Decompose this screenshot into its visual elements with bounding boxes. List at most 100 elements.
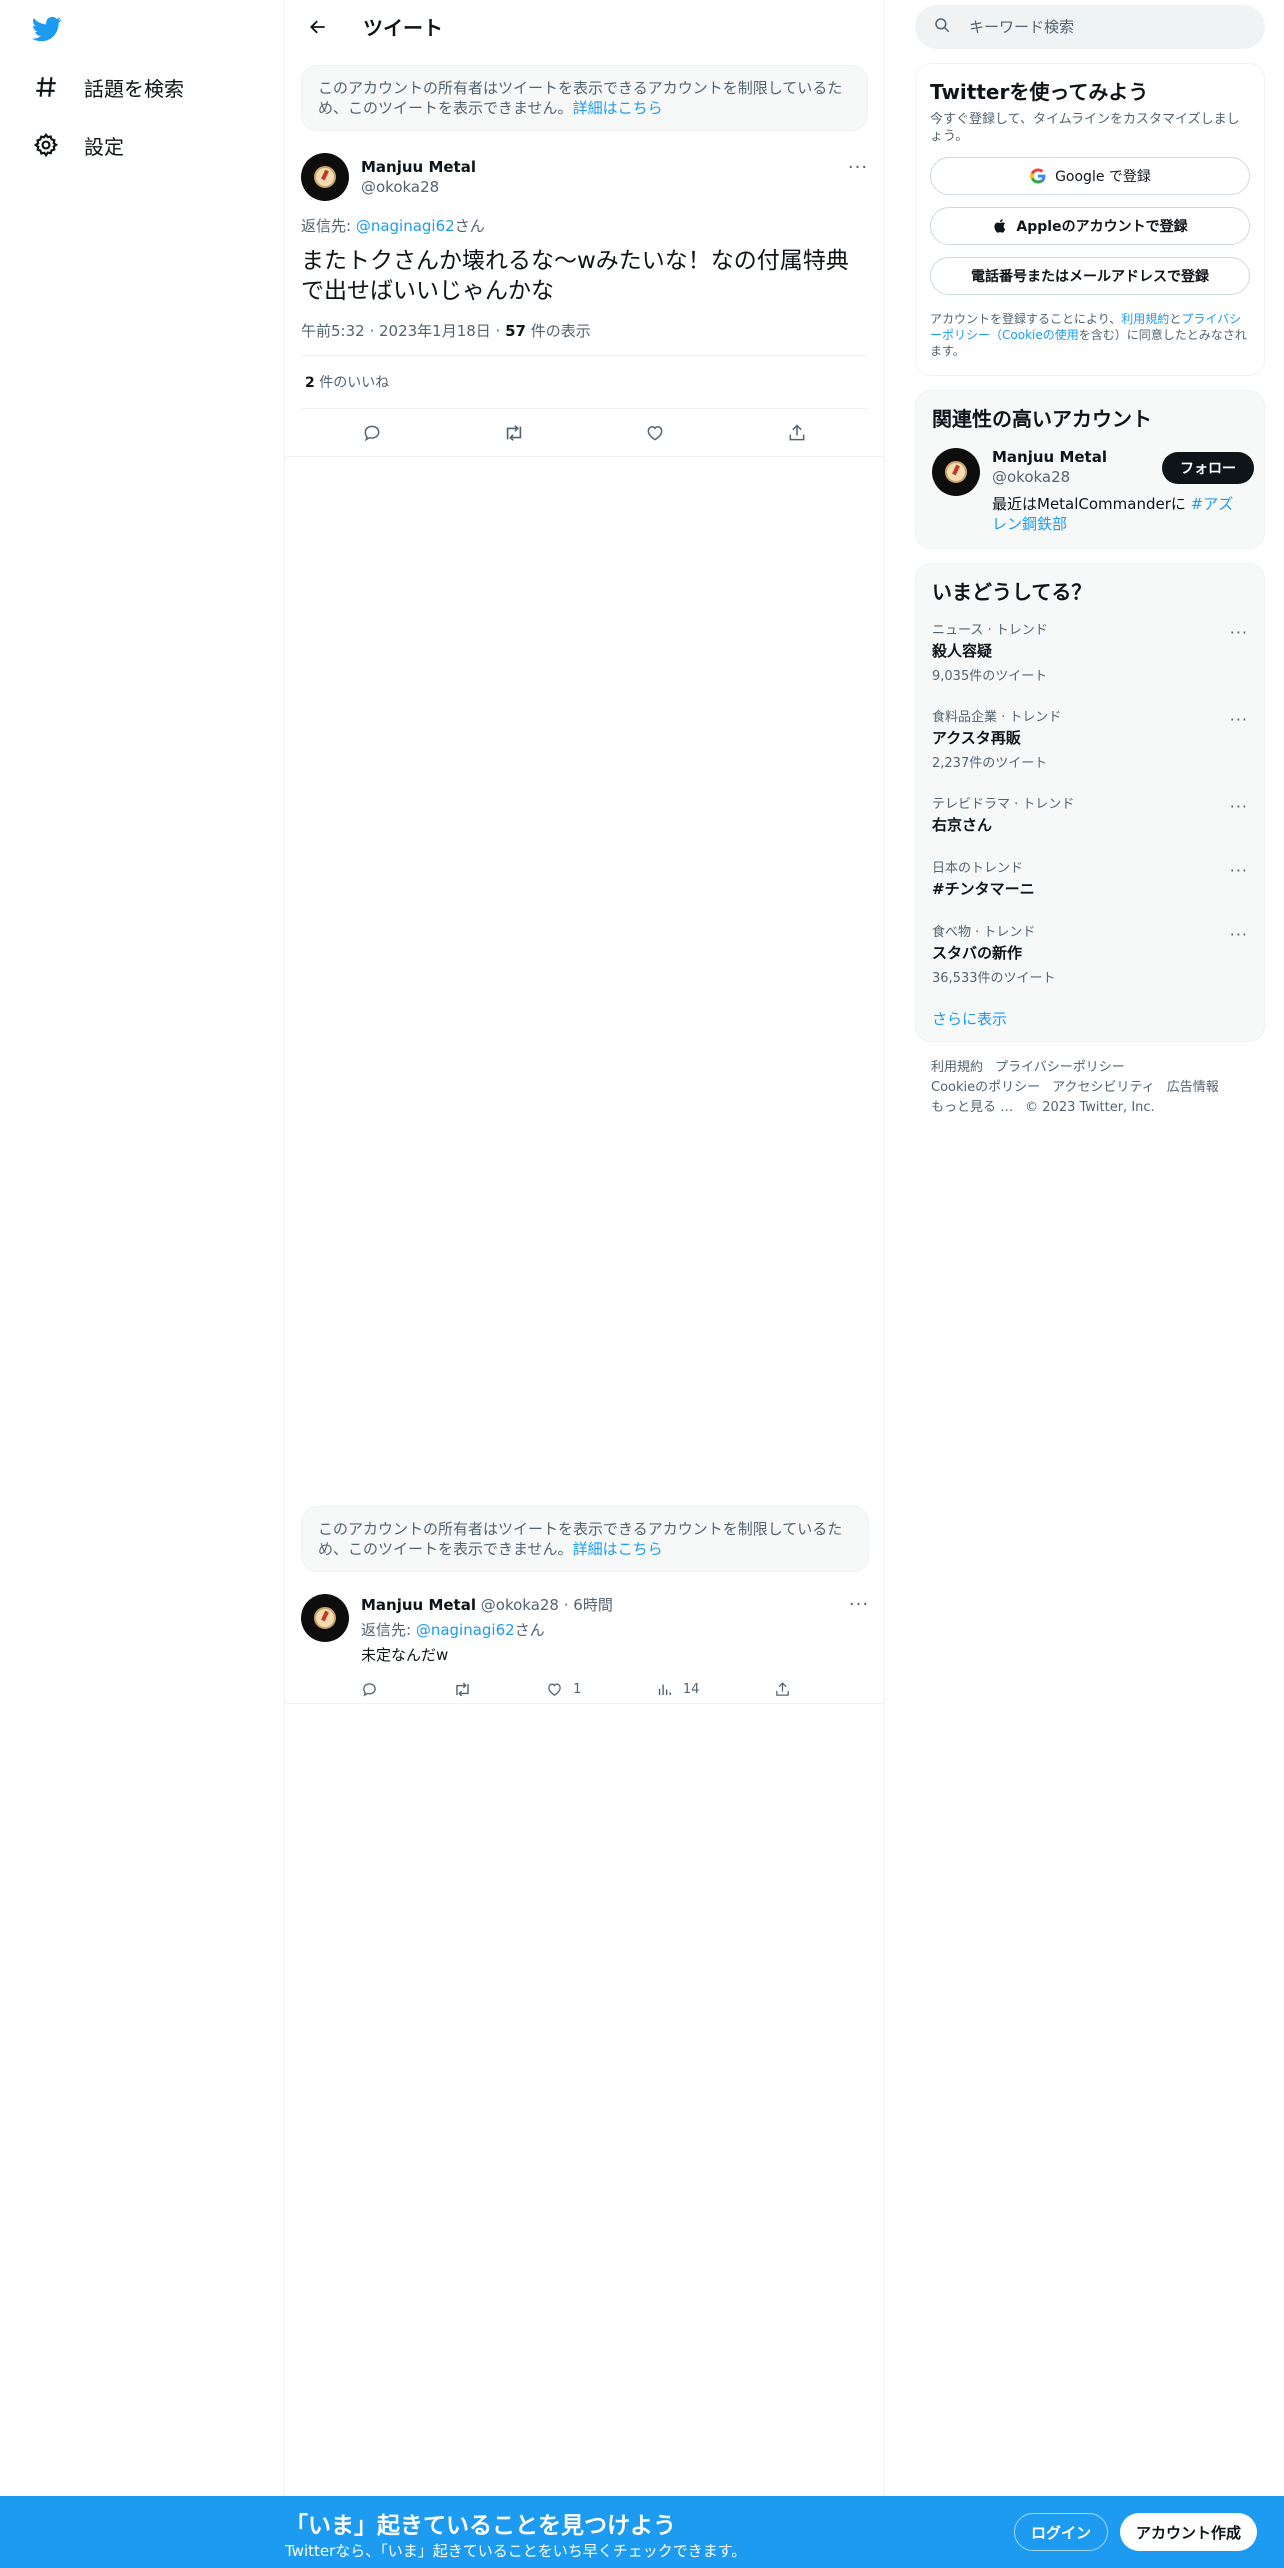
main-column: ツイート このアカウントの所有者はツイートを表示できるアカウントを制限しているた… bbox=[285, 0, 885, 2568]
trend-item[interactable]: 食べ物 · トレンド スタバの新作 36,533件のツイート ··· bbox=[932, 921, 1248, 986]
share-icon bbox=[776, 1681, 789, 1696]
twitter-logo-icon[interactable] bbox=[31, 14, 64, 46]
reply-reply-button[interactable] bbox=[361, 1679, 378, 1699]
trend-item[interactable]: ニュース · トレンド 殺人容疑 9,035件のツイート ··· bbox=[932, 619, 1248, 684]
trend-more-icon[interactable]: ··· bbox=[1230, 710, 1248, 729]
focused-tweet: Manjuu Metal @okoka28 ··· 返信先: @naginagi… bbox=[285, 153, 884, 457]
signup-title: Twitterを使ってみよう bbox=[930, 80, 1149, 104]
trend-item[interactable]: 食料品企業 · トレンド アクスタ再販 2,237件のツイート ··· bbox=[932, 706, 1248, 771]
reply-author-name[interactable]: Manjuu Metal bbox=[361, 1596, 476, 1614]
footer-links: 利用規約 プライバシーポリシー Cookieのポリシー アクセシビリティ 広告情報 も… bbox=[915, 1058, 1265, 1118]
author-handle[interactable]: @okoka28 bbox=[361, 178, 476, 196]
reply-handle-link[interactable]: @naginagi62 bbox=[356, 217, 455, 235]
tweet-actions bbox=[285, 409, 884, 457]
analytics-bar-icon bbox=[658, 1684, 671, 1695]
reply-time[interactable]: · 6時間 bbox=[559, 1596, 613, 1614]
likes-summary[interactable]: 2 件のいいね bbox=[301, 356, 868, 409]
google-icon bbox=[1029, 167, 1047, 185]
terms-prefix: アカウントを登録することにより、 bbox=[930, 312, 1122, 326]
footer-more-link[interactable]: もっと見る … bbox=[931, 1100, 1013, 1115]
login-button[interactable]: ログイン bbox=[1014, 2513, 1109, 2551]
search-input[interactable] bbox=[969, 18, 1229, 36]
terms-open-paren: （ bbox=[990, 328, 1003, 342]
learn-more-link-2[interactable]: 詳細はこちら bbox=[573, 1540, 663, 1558]
bottom-bar-subtitle: Twitterなら、「いま」起きていることをいち早くチェックできます。 bbox=[285, 2542, 747, 2560]
reply-reply-to-line: 返信先: @naginagi62さん bbox=[361, 1619, 869, 1640]
trend-more-icon[interactable]: ··· bbox=[1230, 797, 1248, 816]
trends-title: いまどうしてる？ bbox=[932, 580, 1092, 604]
restricted-notice-2: このアカウントの所有者はツイートを表示できるアカウントを制限しているため、このツ… bbox=[301, 1506, 869, 1572]
reply-header: Manjuu Metal @okoka28 · 6時間 bbox=[361, 1594, 869, 1615]
like-heart-icon bbox=[548, 1683, 561, 1696]
retweet-icon[interactable] bbox=[495, 414, 533, 452]
page-header: ツイート bbox=[285, 0, 884, 53]
trend-item[interactable]: テレビドラマ · トレンド 右京さん ··· bbox=[932, 793, 1248, 835]
footer-copyright: © 2023 Twitter, Inc. bbox=[1025, 1100, 1155, 1115]
reply-share-button[interactable] bbox=[774, 1679, 791, 1699]
bottom-signup-bar: 「いま」起きていることを見つけよう Twitterなら、「いま」起きていることを… bbox=[0, 2496, 1284, 2568]
gear-icon bbox=[32, 131, 60, 159]
reply-retweet-button[interactable] bbox=[453, 1679, 472, 1699]
google-signup-label: Google で登録 bbox=[1055, 169, 1151, 185]
trend-category: 日本のトレンド bbox=[932, 861, 1024, 876]
google-signup-button[interactable]: Google で登録 bbox=[930, 157, 1250, 195]
reply-reply-handle-link[interactable]: @naginagi62 bbox=[416, 1621, 515, 1639]
reply-like-button[interactable]: 1 bbox=[546, 1679, 581, 1699]
learn-more-link[interactable]: 詳細はこちら bbox=[573, 99, 663, 117]
avatar[interactable] bbox=[301, 153, 349, 201]
trend-category: 食料品企業 · トレンド bbox=[932, 710, 1062, 725]
signup-subtitle: 今すぐ登録して、タイムラインをカスタマイズしましょう。 bbox=[930, 112, 1240, 144]
footer-accessibility-link[interactable]: アクセシビリティ bbox=[1052, 1080, 1155, 1095]
trend-name: #チンタマーニ bbox=[932, 880, 1035, 898]
trend-name: 殺人容疑 bbox=[932, 642, 993, 660]
reply-actions: 1 14 bbox=[361, 1679, 791, 1699]
nav-explore[interactable]: 話題を検索 bbox=[32, 67, 184, 107]
trend-more-icon[interactable]: ··· bbox=[1230, 861, 1248, 880]
footer-terms-link[interactable]: 利用規約 bbox=[931, 1060, 983, 1075]
reply-icon[interactable] bbox=[353, 414, 391, 452]
trend-name: アクスタ再販 bbox=[932, 729, 1021, 747]
show-more-link[interactable]: さらに表示 bbox=[932, 1008, 1248, 1029]
reply-views-button[interactable]: 14 bbox=[656, 1679, 699, 1699]
create-account-button[interactable]: アカウント作成 bbox=[1120, 2513, 1258, 2551]
reply-tweet[interactable]: ··· Manjuu Metal @okoka28 · 6時間 返信先: @na… bbox=[285, 1590, 885, 1704]
footer-privacy-link[interactable]: プライバシーポリシー bbox=[995, 1060, 1125, 1075]
reply-author-handle[interactable]: @okoka28 bbox=[481, 1596, 559, 1614]
related-bio: 最近はMetalCommanderに #アズレン鋼鉄部 bbox=[992, 494, 1248, 534]
phone-email-signup-button[interactable]: 電話番号またはメールアドレスで登録 bbox=[930, 257, 1250, 295]
trend-more-icon[interactable]: ··· bbox=[1230, 925, 1248, 944]
back-arrow-icon[interactable] bbox=[301, 10, 335, 44]
right-sidebar: Twitterを使ってみよう 今すぐ登録して、タイムラインをカスタマイズしましょ… bbox=[915, 0, 1265, 1118]
related-account-row[interactable]: Manjuu Metal @okoka28 最近はMetalCommanderに… bbox=[932, 448, 1254, 534]
bottom-bar-title: 「いま」起きていることを見つけよう bbox=[285, 2513, 676, 2539]
retweet-icon bbox=[455, 1682, 469, 1696]
footer-cookie-link[interactable]: Cookieのポリシー bbox=[931, 1080, 1040, 1095]
reply-suffix: さん bbox=[454, 217, 485, 235]
follow-button[interactable]: フォロー bbox=[1162, 452, 1254, 484]
hashtag-icon bbox=[32, 73, 60, 101]
likes-count: 2 bbox=[305, 375, 315, 391]
cookie-link[interactable]: Cookieの使用 bbox=[1002, 328, 1079, 342]
more-options-icon[interactable]: ··· bbox=[848, 157, 868, 178]
footer-ads-link[interactable]: 広告情報 bbox=[1167, 1080, 1219, 1095]
apple-signup-button[interactable]: Appleのアカウントで登録 bbox=[930, 207, 1250, 245]
related-avatar[interactable] bbox=[932, 448, 980, 496]
share-icon[interactable] bbox=[778, 414, 816, 452]
trend-item[interactable]: 日本のトレンド #チンタマーニ ··· bbox=[932, 857, 1248, 899]
search-box[interactable] bbox=[915, 5, 1265, 49]
terms-link[interactable]: 利用規約 bbox=[1121, 312, 1169, 326]
tweet-author-row: Manjuu Metal @okoka28 ··· bbox=[301, 153, 868, 201]
nav-settings[interactable]: 設定 bbox=[32, 125, 124, 165]
tweet-text: またトクさんか壊れるな〜wみたいな！なの付属特典で出せばいいじゃんかな bbox=[301, 248, 849, 304]
views-label: 件の表示 bbox=[525, 322, 591, 340]
trend-count: 36,533件のツイート bbox=[932, 971, 1056, 986]
reply-avatar[interactable] bbox=[301, 1594, 349, 1642]
author-name[interactable]: Manjuu Metal bbox=[361, 158, 476, 176]
trend-more-icon[interactable]: ··· bbox=[1230, 623, 1248, 642]
reply-prefix: 返信先: bbox=[301, 217, 356, 235]
trend-count: 9,035件のツイート bbox=[932, 669, 1048, 684]
signup-card: Twitterを使ってみよう 今すぐ登録して、タイムラインをカスタマイズしましょ… bbox=[915, 63, 1265, 376]
reply-to-line: 返信先: @naginagi62さん bbox=[301, 215, 868, 236]
like-heart-icon[interactable] bbox=[636, 414, 674, 452]
tweet-timestamp[interactable]: 午前5:32 · 2023年1月18日 · bbox=[301, 322, 505, 340]
